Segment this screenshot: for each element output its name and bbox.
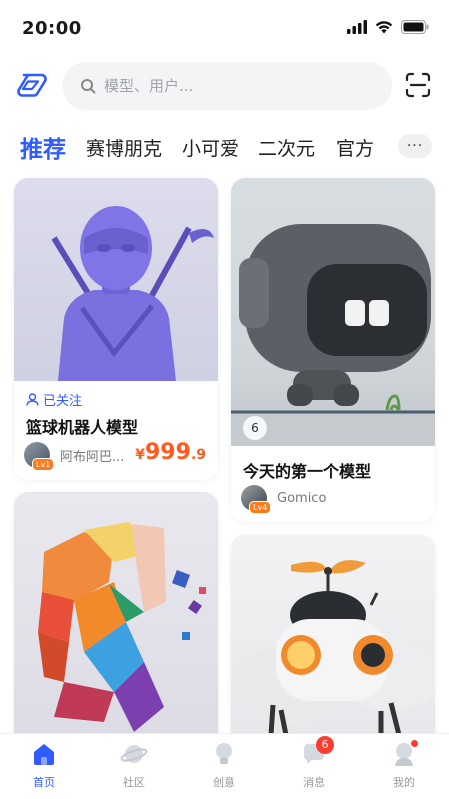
nav-label: 创意 [213, 776, 235, 789]
nav-label: 消息 [303, 776, 325, 789]
price-currency: ¥ [135, 447, 145, 463]
nav-label: 我的 [393, 776, 415, 789]
lightbulb-icon [210, 740, 238, 768]
author-row[interactable]: Lv1 阿布阿巴... [24, 442, 125, 471]
tab-recommend[interactable]: 推荐 [20, 130, 66, 164]
price: ¥999.9 [135, 440, 206, 465]
level-badge: Lv1 [32, 458, 55, 471]
home-icon [30, 740, 58, 768]
status-icons [347, 20, 429, 34]
notification-dot [411, 740, 418, 747]
price-decimal: .9 [190, 447, 206, 463]
status-bar: 20:00 [0, 0, 449, 56]
nav-home[interactable]: 首页 [14, 740, 74, 798]
signal-icon [347, 20, 367, 34]
status-time: 20:00 [22, 18, 82, 39]
category-tabs: 推荐 赛博朋克 小可爱 二次元 官方 ··· [0, 128, 449, 168]
bottom-nav: 首页 社区 创意 6 消息 我的 [0, 733, 449, 799]
scan-icon[interactable] [405, 72, 431, 98]
nav-community[interactable]: 社区 [104, 740, 164, 798]
author-row[interactable]: Lv4 Gomico [241, 485, 327, 514]
more-categories-button[interactable]: ··· [398, 134, 432, 158]
avatar[interactable]: Lv1 [24, 442, 55, 471]
app-logo-icon[interactable] [16, 72, 48, 98]
profile-icon [390, 740, 418, 768]
message-icon: 6 [300, 736, 334, 768]
nav-profile[interactable]: 我的 [374, 740, 434, 798]
model-card[interactable] [14, 492, 218, 752]
author-name: 阿布阿巴... [60, 449, 125, 465]
author-name: Gomico [277, 490, 327, 506]
search-row [0, 62, 449, 112]
model-title: 今天的第一个模型 [243, 462, 372, 481]
search-box[interactable] [62, 62, 392, 110]
followed-label: 已关注 [43, 394, 83, 409]
followed-tag: 已关注 [26, 390, 82, 409]
battery-icon [401, 20, 429, 34]
tab-cyberpunk[interactable]: 赛博朋克 [86, 134, 162, 161]
avatar[interactable]: Lv4 [241, 485, 272, 514]
nav-label: 社区 [123, 776, 145, 789]
search-input[interactable] [104, 77, 364, 95]
nav-label: 首页 [33, 776, 55, 789]
model-image-propeller-robot [231, 535, 435, 752]
model-image-colorful-blocks [14, 492, 218, 752]
wifi-icon [375, 21, 393, 34]
model-image-purple-ninja [14, 178, 218, 381]
level-badge: Lv4 [249, 501, 272, 514]
image-count-badge: 6 [243, 416, 267, 440]
nav-messages[interactable]: 6 消息 [284, 736, 344, 798]
planet-icon [120, 740, 148, 768]
price-integer: 999 [145, 440, 191, 465]
search-icon [81, 79, 96, 94]
message-badge: 6 [316, 736, 334, 754]
model-card[interactable] [231, 535, 435, 752]
model-image-gray-robot [231, 178, 435, 446]
tab-official[interactable]: 官方 [336, 134, 374, 161]
tab-cute[interactable]: 小可爱 [182, 134, 239, 161]
model-title: 篮球机器人模型 [26, 418, 139, 437]
nav-creative[interactable]: 创意 [194, 740, 254, 798]
user-follow-icon [26, 393, 39, 406]
model-card[interactable]: 已关注 篮球机器人模型 Lv1 阿布阿巴... ¥999.9 [14, 178, 218, 480]
tab-anime[interactable]: 二次元 [258, 134, 315, 161]
model-card[interactable]: 6 今天的第一个模型 Lv4 Gomico [231, 178, 435, 522]
